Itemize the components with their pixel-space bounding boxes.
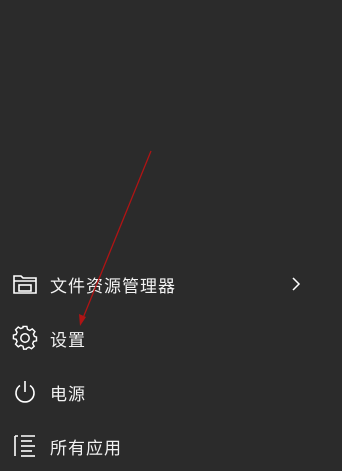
gear-icon [12, 325, 38, 351]
menu-item-label: 文件资源管理器 [50, 276, 176, 297]
menu-item-file-explorer[interactable]: 文件资源管理器 [0, 258, 342, 310]
menu-item-label: 设置 [50, 330, 86, 351]
menu-item-label: 电源 [50, 384, 86, 405]
start-menu: 文件资源管理器 设置 电源 所有应用 [0, 0, 342, 471]
menu-item-label: 所有应用 [50, 438, 122, 459]
list-icon [12, 433, 38, 459]
chevron-right-icon[interactable] [288, 276, 304, 292]
menu-item-power[interactable]: 电源 [0, 366, 342, 418]
power-icon [12, 379, 38, 405]
menu-item-settings[interactable]: 设置 [0, 312, 342, 364]
menu-item-all-apps[interactable]: 所有应用 [0, 420, 342, 471]
folder-icon [12, 271, 38, 297]
